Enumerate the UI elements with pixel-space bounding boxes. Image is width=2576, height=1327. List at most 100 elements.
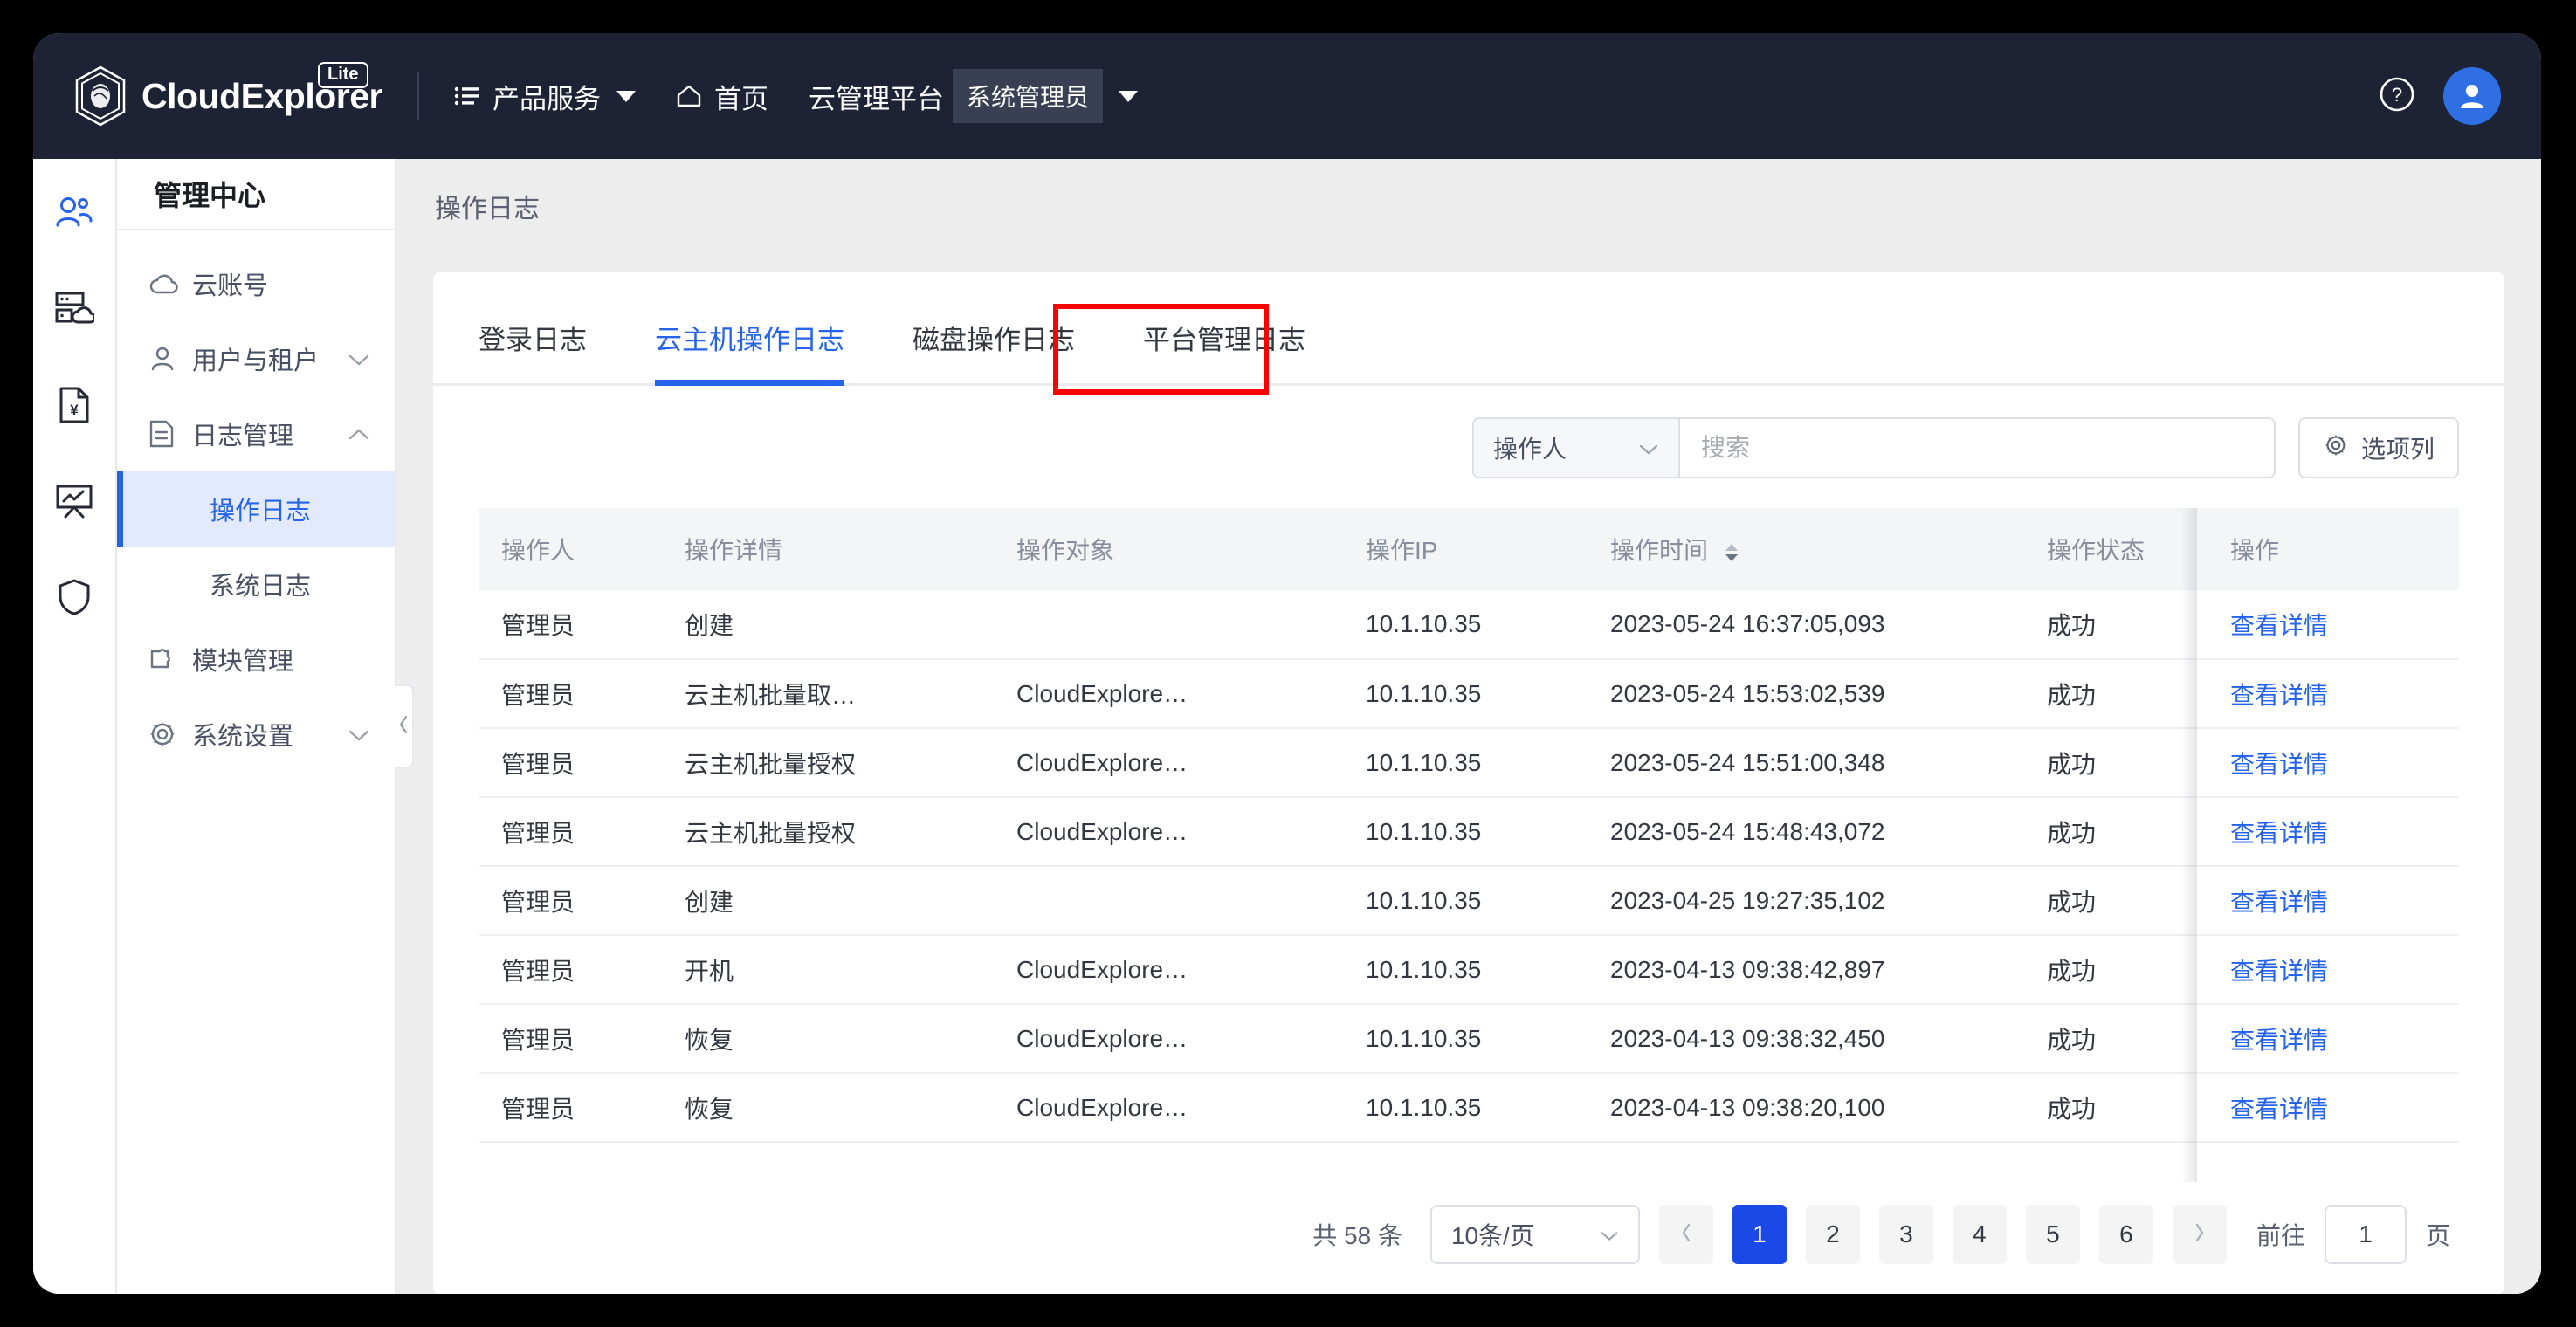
- main-content: 操作日志 登录日志 云主机操作日志 磁盘操作日志 平台管理日志 操作人 搜索 选…: [396, 159, 2541, 1294]
- tab-platform-management-log[interactable]: 平台管理日志: [1143, 318, 1305, 383]
- columns-options-button-label: 选项列: [2360, 436, 2435, 463]
- pagination-page-2[interactable]: 2: [1805, 1205, 1860, 1264]
- sidebar-item-system-log[interactable]: 系统日志: [117, 547, 395, 622]
- cell-ip: 10.1.10.35: [1343, 797, 1588, 867]
- cell-ip: 10.1.10.35: [1343, 659, 1588, 729]
- view-details-link[interactable]: 查看详情: [2230, 820, 2328, 847]
- view-details-link[interactable]: 查看详情: [2230, 751, 2328, 778]
- nav-item-products-label: 产品服务: [492, 83, 601, 114]
- sidebar-item-log-management[interactable]: 日志管理: [117, 396, 395, 471]
- table-toolbar: 操作人 搜索 选项列: [433, 386, 2504, 478]
- page-size-select[interactable]: 10条/页: [1429, 1205, 1640, 1264]
- sidebar-item-system-settings-label: 系统设置: [192, 723, 294, 751]
- chevron-down-icon: [348, 345, 370, 374]
- brand-logo[interactable]: CloudExplorer Lite: [73, 62, 382, 127]
- pagination-goto-label: 前往: [2256, 1222, 2305, 1249]
- chevron-down-icon: [1638, 434, 1659, 462]
- cell-time: 2023-05-24 15:53:02,539: [1588, 659, 2024, 729]
- sidebar-item-operation-log[interactable]: 操作日志: [117, 471, 395, 547]
- pagination-next-button[interactable]: [2172, 1205, 2227, 1264]
- nav-item-products[interactable]: 产品服务: [454, 77, 636, 116]
- search-field-select[interactable]: 操作人: [1473, 419, 1680, 477]
- th-action: 操作: [2208, 508, 2459, 590]
- sidebar-collapse-handle[interactable]: [395, 684, 414, 768]
- platform-selector[interactable]: 云管理平台 系统管理员: [809, 69, 1138, 123]
- cell-action: 查看详情: [2208, 935, 2459, 1005]
- cell-time: 2023-04-13 09:38:32,450: [1588, 1004, 2024, 1074]
- sidebar-menu-list: 云账号 用户与租户 日志管理 操作日志 系统日志 模块管理 系统设置: [117, 230, 395, 772]
- table-row: 管理员 恢复 CloudExplore… 10.1.10.35 2023-04-13 0…: [479, 1004, 2459, 1074]
- cell-detail: 创建: [662, 590, 994, 660]
- view-details-link[interactable]: 查看详情: [2230, 682, 2328, 709]
- user-avatar-icon[interactable]: [2443, 67, 2501, 125]
- cell-status: 成功: [2024, 1073, 2208, 1143]
- nav-item-home[interactable]: 首页: [676, 77, 768, 116]
- search-input[interactable]: [1679, 419, 2274, 477]
- breadcrumb: 操作日志: [435, 195, 540, 223]
- user-icon: [148, 345, 189, 373]
- pagination-page-4[interactable]: 4: [1952, 1205, 2007, 1264]
- users-icon[interactable]: [50, 189, 99, 237]
- cell-ip: 10.1.10.35: [1343, 590, 1588, 660]
- cell-ip: 10.1.10.35: [1343, 935, 1588, 1005]
- app-window: CloudExplorer Lite 产品服务 首页 云管理平台 系统管理员 ?…: [33, 33, 2541, 1294]
- table-row: 管理员 创建 10.1.10.35 2023-04-25 19:27:35,102 成功…: [479, 866, 2459, 936]
- svg-text:¥: ¥: [70, 402, 79, 418]
- cell-detail: 云主机批量取…: [662, 659, 994, 729]
- pagination-page-6[interactable]: 6: [2098, 1205, 2153, 1264]
- sidebar-item-module-management[interactable]: 模块管理: [117, 622, 395, 697]
- log-table-wrapper: 操作人 操作详情 操作对象 操作IP 操作时间 操作状态 操作 管理员 创建 1…: [479, 508, 2459, 1182]
- view-details-link[interactable]: 查看详情: [2230, 612, 2328, 639]
- tab-vm-operation-log[interactable]: 云主机操作日志: [655, 318, 844, 386]
- log-table-body: 管理员 创建 10.1.10.35 2023-05-24 16:37:05,093 成功…: [479, 590, 2459, 1143]
- view-details-link[interactable]: 查看详情: [2230, 958, 2328, 985]
- tab-disk-operation-log[interactable]: 磁盘操作日志: [913, 318, 1075, 383]
- cell-action: 查看详情: [2208, 1004, 2459, 1074]
- question-circle-icon[interactable]: ?: [2377, 74, 2417, 119]
- cell-action: 查看详情: [2208, 866, 2459, 936]
- sidebar: 管理中心 云账号 用户与租户 日志管理 操作日志 系统日志 模块管理 系统设置: [117, 159, 414, 1294]
- cell-detail: 云主机批量授权: [662, 728, 994, 798]
- cell-detail: 恢复: [662, 1073, 994, 1143]
- report-chart-icon[interactable]: [50, 477, 99, 526]
- table-row: 管理员 云主机批量授权 CloudExplore… 10.1.10.35 2023-05…: [479, 728, 2459, 798]
- pagination-page-3[interactable]: 3: [1878, 1205, 1933, 1264]
- th-time[interactable]: 操作时间: [1588, 508, 2024, 590]
- view-details-link[interactable]: 查看详情: [2230, 889, 2328, 916]
- cell-detail: 恢复: [662, 1004, 994, 1074]
- table-row: 管理员 恢复 CloudExplore… 10.1.10.35 2023-04-13 0…: [479, 1073, 2459, 1143]
- view-details-link[interactable]: 查看详情: [2230, 1096, 2328, 1123]
- chevron-down-icon: [348, 720, 370, 749]
- cell-time: 2023-04-25 19:27:35,102: [1588, 866, 2024, 936]
- role-chip: 系统管理员: [952, 69, 1103, 123]
- sidebar-item-users-tenants[interactable]: 用户与租户: [117, 321, 395, 396]
- pagination-prev-button[interactable]: [1658, 1205, 1713, 1264]
- cell-operator: 管理员: [479, 935, 662, 1005]
- pagination-goto-input[interactable]: [2324, 1205, 2407, 1264]
- tab-login-log[interactable]: 登录日志: [479, 318, 587, 383]
- shield-security-icon[interactable]: [50, 573, 99, 622]
- cell-action: 查看详情: [2208, 659, 2459, 729]
- pagination-page-1[interactable]: 1: [1732, 1205, 1787, 1264]
- cell-operator: 管理员: [479, 728, 662, 798]
- chevron-down-icon: [616, 90, 636, 102]
- chevron-left-icon: [398, 715, 409, 739]
- view-details-link[interactable]: 查看详情: [2230, 1027, 2328, 1054]
- billing-yen-document-icon[interactable]: ¥: [50, 381, 99, 430]
- sidebar-item-system-settings[interactable]: 系统设置: [117, 697, 395, 772]
- tab-disk-operation-log-label: 磁盘操作日志: [913, 325, 1075, 355]
- table-row: 管理员 创建 10.1.10.35 2023-05-24 16:37:05,093 成功…: [479, 590, 2459, 660]
- cell-operator: 管理员: [479, 1004, 662, 1074]
- sidebar-item-cloud-account[interactable]: 云账号: [117, 246, 395, 321]
- sort-updown-icon[interactable]: [1724, 542, 1739, 563]
- table-header-row: 操作人 操作详情 操作对象 操作IP 操作时间 操作状态 操作: [479, 508, 2459, 590]
- cell-operator: 管理员: [479, 866, 662, 936]
- sidebar-item-operation-log-label: 操作日志: [210, 498, 312, 526]
- th-target: 操作对象: [994, 508, 1343, 590]
- hexagon-cloud-logo-icon: [73, 65, 127, 127]
- table-row: 管理员 云主机批量取… CloudExplore… 10.1.10.35 2023-05…: [479, 659, 2459, 729]
- columns-options-button[interactable]: 选项列: [2297, 417, 2459, 478]
- cell-target: CloudExplore…: [994, 935, 1343, 1005]
- server-cloud-icon[interactable]: [50, 285, 99, 333]
- pagination-page-5[interactable]: 5: [2025, 1205, 2080, 1264]
